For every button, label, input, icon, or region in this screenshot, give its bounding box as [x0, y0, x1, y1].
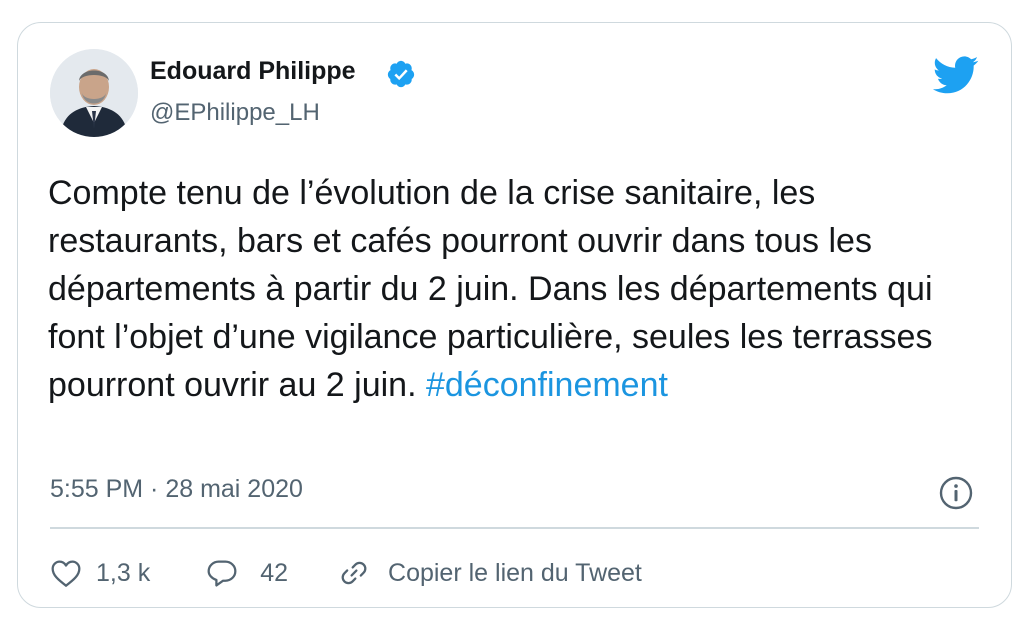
- author-handle[interactable]: @EPhilippe_LH: [150, 99, 320, 127]
- avatar-photo: [50, 49, 138, 137]
- hashtag-link[interactable]: #déconfinement: [426, 366, 668, 404]
- author-name[interactable]: Edouard Philippe: [150, 57, 356, 86]
- heart-icon: [51, 560, 81, 587]
- tweet-timestamp[interactable]: 5:55 PM · 28 mai 2020: [50, 475, 303, 504]
- avatar[interactable]: [50, 49, 138, 137]
- like-count: 1,3 k: [96, 558, 151, 587]
- verified-badge-icon: [387, 60, 415, 88]
- reply-count: 42: [260, 558, 289, 587]
- reply-button[interactable]: 42: [206, 558, 288, 588]
- copy-link-button[interactable]: Copier le lien du Tweet: [338, 557, 642, 589]
- tweet-text: Compte tenu de l’évolution de la crise s…: [48, 169, 983, 409]
- copy-link-label: Copier le lien du Tweet: [388, 558, 642, 587]
- like-button[interactable]: 1,3 k: [50, 558, 150, 588]
- twitter-bird-icon[interactable]: [931, 56, 979, 96]
- speech-bubble-icon: [207, 560, 237, 587]
- link-icon: [341, 561, 367, 585]
- tweet-card: Edouard Philippe @EPhilippe_LH Compte te…: [17, 22, 1012, 608]
- info-icon[interactable]: [938, 475, 974, 511]
- tweet-actions: 1,3 k 42 Copier le lien du Tweet: [50, 553, 642, 593]
- divider: [50, 527, 979, 529]
